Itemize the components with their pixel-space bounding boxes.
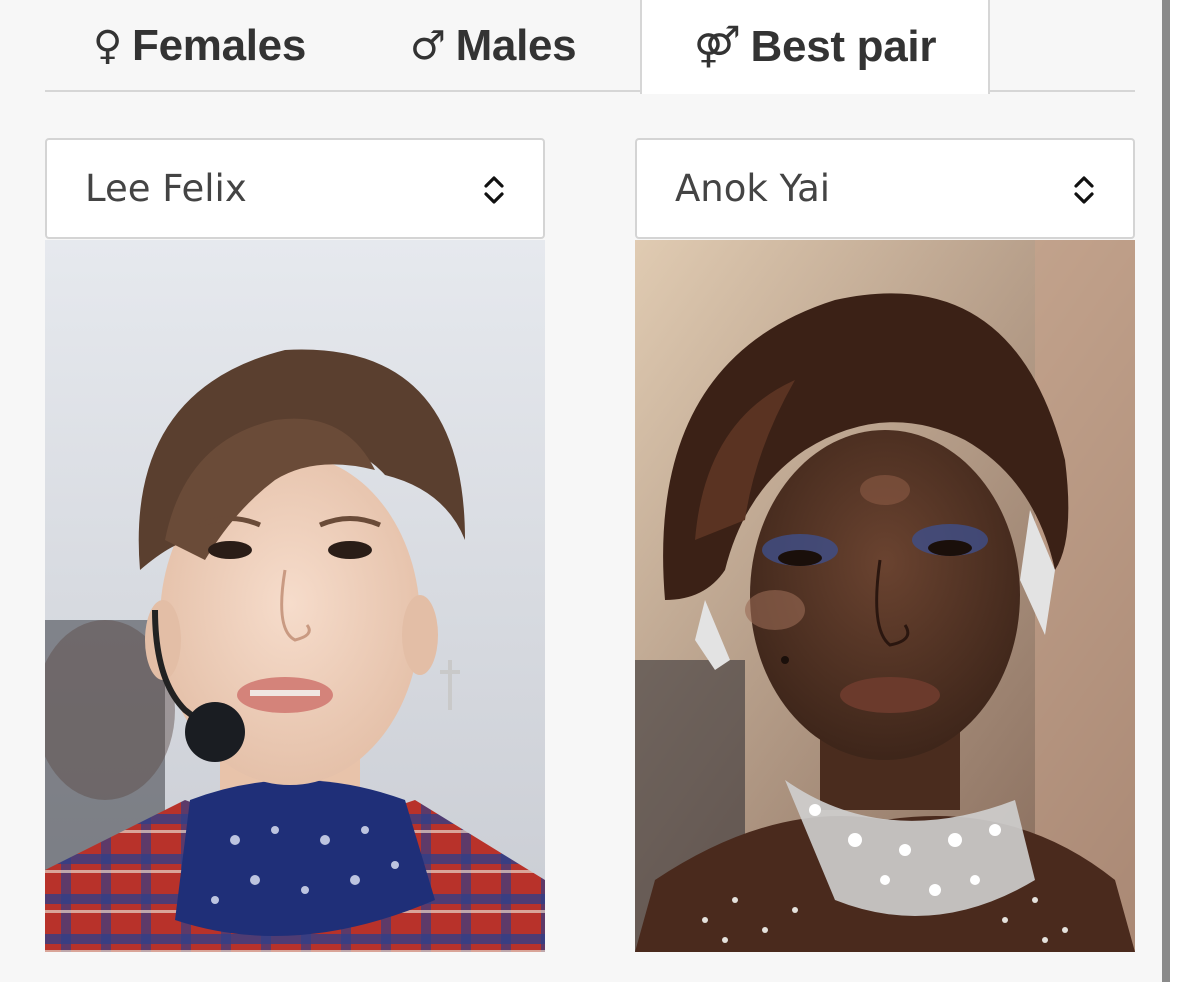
female-icon: ♀: [93, 23, 122, 69]
tab-females-label: Females: [132, 21, 307, 70]
left-person-photo: [45, 240, 545, 952]
pair-icon: ⚤: [693, 24, 741, 70]
tab-males[interactable]: ♂ Males: [385, 0, 635, 92]
right-person-photo: [635, 240, 1135, 952]
tab-males-label: Males: [455, 21, 577, 70]
right-person-select[interactable]: Anok Yai: [635, 138, 1135, 239]
chevron-up-down-icon: [1074, 176, 1094, 204]
right-select-value: Anok Yai: [675, 167, 831, 210]
tab-best-pair-label: Best pair: [750, 22, 937, 71]
left-person-select[interactable]: Lee Felix: [45, 138, 545, 239]
male-icon: ♂: [410, 23, 446, 69]
scrollbar-thumb[interactable]: [1162, 0, 1170, 982]
chevron-up-down-icon: [484, 176, 504, 204]
tab-best-pair[interactable]: ⚤ Best pair: [640, 0, 990, 94]
tab-females[interactable]: ♀ Females: [45, 0, 345, 92]
tab-bar: ♀ Females ♂ Males ⚤ Best pair: [45, 0, 1135, 94]
left-select-value: Lee Felix: [85, 167, 247, 210]
